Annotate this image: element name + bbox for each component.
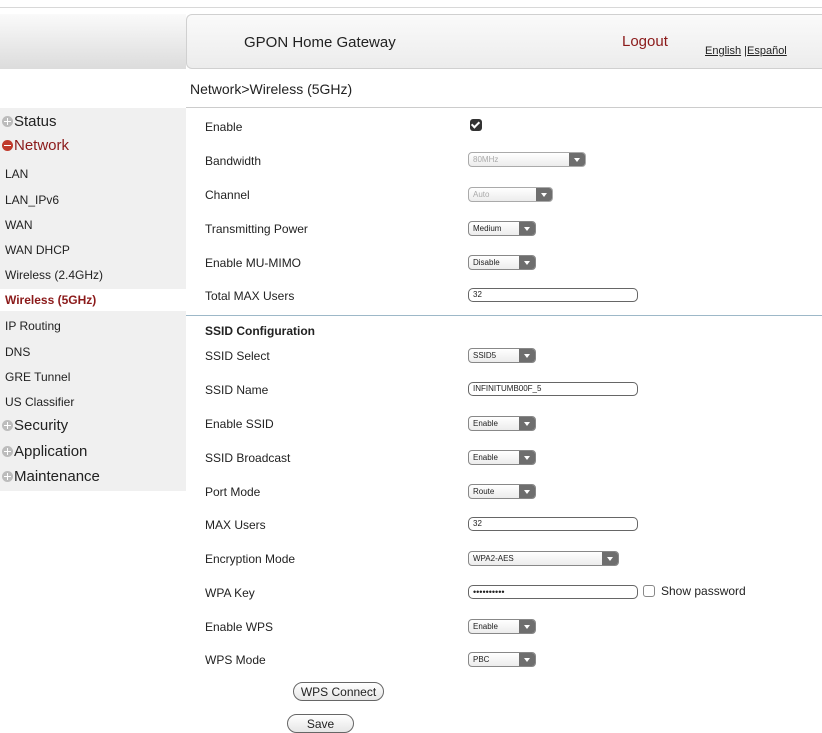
enable-checkbox[interactable] bbox=[470, 119, 482, 131]
enable-wps-label: Enable WPS bbox=[205, 620, 274, 634]
header-bar: GPON Home Gateway Logout English |Españo… bbox=[186, 14, 822, 69]
breadcrumb: Network>Wireless (5GHz) bbox=[190, 81, 353, 97]
dropdown-arrow-icon bbox=[569, 153, 585, 166]
ssid-name-input[interactable]: INFINITUMB00F_5 bbox=[468, 382, 638, 396]
expand-icon bbox=[2, 420, 13, 431]
sidebar-item-dns[interactable]: DNS bbox=[5, 345, 30, 359]
enable-label: Enable bbox=[205, 120, 243, 134]
max-users-label: MAX Users bbox=[205, 518, 266, 532]
total-max-users-label: Total MAX Users bbox=[205, 289, 295, 303]
sidebar-cat-maintenance[interactable]: Maintenance bbox=[2, 468, 100, 485]
ssid-select[interactable]: SSID5 bbox=[468, 348, 536, 363]
dropdown-arrow-icon bbox=[519, 485, 535, 498]
dropdown-arrow-icon bbox=[519, 349, 535, 362]
sidebar-item-us-classifier[interactable]: US Classifier bbox=[5, 395, 74, 409]
enable-ssid-select[interactable]: Enable bbox=[468, 416, 536, 431]
sidebar-cat-label: Status bbox=[14, 113, 57, 130]
save-button[interactable]: Save bbox=[287, 714, 354, 733]
select-value: Medium bbox=[473, 224, 502, 233]
expand-icon bbox=[2, 116, 13, 127]
sidebar-item-lan[interactable]: LAN bbox=[5, 167, 28, 181]
select-value: 80MHz bbox=[473, 155, 499, 164]
top-divider bbox=[0, 7, 822, 8]
select-value: Enable bbox=[473, 622, 498, 631]
encryption-mode-label: Encryption Mode bbox=[205, 552, 296, 566]
sidebar-cat-label: Network bbox=[14, 137, 70, 154]
sidebar-item-wireless-24ghz[interactable]: Wireless (2.4GHz) bbox=[5, 268, 103, 282]
dropdown-arrow-icon bbox=[519, 222, 535, 235]
language-switch: English |Español bbox=[705, 45, 787, 57]
port-mode-label: Port Mode bbox=[205, 485, 261, 499]
dropdown-arrow-icon bbox=[519, 451, 535, 464]
channel-label: Channel bbox=[205, 188, 250, 202]
sidebar-item-ip-routing[interactable]: IP Routing bbox=[5, 319, 61, 333]
wps-mode-select[interactable]: PBC bbox=[468, 652, 536, 667]
select-value: PBC bbox=[473, 655, 490, 664]
mumimo-select[interactable]: Disable bbox=[468, 255, 536, 270]
tx-power-select[interactable]: Medium bbox=[468, 221, 536, 236]
select-value: Enable bbox=[473, 453, 498, 462]
sidebar-cat-status[interactable]: Status bbox=[2, 113, 57, 130]
total-max-users-input[interactable]: 32 bbox=[468, 288, 638, 302]
wps-connect-button[interactable]: WPS Connect bbox=[293, 682, 384, 701]
select-value: Enable bbox=[473, 419, 498, 428]
sidebar-item-lan-ipv6[interactable]: LAN_IPv6 bbox=[5, 193, 59, 207]
expand-icon bbox=[2, 471, 13, 482]
encryption-mode-select[interactable]: WPA2-AES bbox=[468, 551, 619, 566]
select-value: Auto bbox=[473, 190, 490, 199]
bandwidth-label: Bandwidth bbox=[205, 154, 262, 168]
tx-power-label: Transmitting Power bbox=[205, 222, 308, 236]
dropdown-arrow-icon bbox=[519, 417, 535, 430]
select-value: WPA2-AES bbox=[473, 554, 514, 563]
sidebar-cat-security[interactable]: Security bbox=[2, 417, 68, 434]
port-mode-select[interactable]: Route bbox=[468, 484, 536, 499]
ssid-select-label: SSID Select bbox=[205, 349, 270, 363]
sidebar-header bbox=[0, 14, 186, 69]
bandwidth-select[interactable]: 80MHz bbox=[468, 152, 586, 167]
sidebar-cat-network[interactable]: Network bbox=[2, 137, 69, 154]
select-value: Disable bbox=[473, 258, 500, 267]
max-users-input[interactable]: 32 bbox=[468, 517, 638, 531]
sidebar-cat-application[interactable]: Application bbox=[2, 443, 87, 460]
sidebar-item-gre-tunnel[interactable]: GRE Tunnel bbox=[5, 370, 70, 384]
expand-icon bbox=[2, 446, 13, 457]
dropdown-arrow-icon bbox=[519, 256, 535, 269]
sidebar-item-wireless-5ghz[interactable]: Wireless (5GHz) bbox=[5, 293, 96, 307]
ssid-broadcast-select[interactable]: Enable bbox=[468, 450, 536, 465]
show-password-label: Show password bbox=[661, 584, 746, 598]
wps-mode-label: WPS Mode bbox=[205, 653, 266, 667]
dropdown-arrow-icon bbox=[602, 552, 618, 565]
sidebar-item-wan-dhcp[interactable]: WAN DHCP bbox=[5, 243, 70, 257]
enable-ssid-label: Enable SSID bbox=[205, 417, 274, 431]
wpa-key-input[interactable]: •••••••••• bbox=[468, 585, 638, 599]
wpa-key-label: WPA Key bbox=[205, 586, 255, 600]
dropdown-arrow-icon bbox=[519, 620, 535, 633]
lang-english-link[interactable]: English bbox=[705, 45, 741, 57]
show-password-checkbox[interactable] bbox=[643, 585, 655, 597]
logout-link[interactable]: Logout bbox=[622, 33, 668, 50]
ssid-broadcast-label: SSID Broadcast bbox=[205, 451, 291, 465]
lang-espanol-link[interactable]: Español bbox=[747, 45, 787, 57]
enable-wps-select[interactable]: Enable bbox=[468, 619, 536, 634]
dropdown-arrow-icon bbox=[519, 653, 535, 666]
ssid-section-title: SSID Configuration bbox=[205, 324, 315, 338]
channel-select[interactable]: Auto bbox=[468, 187, 553, 202]
collapse-icon bbox=[2, 140, 13, 151]
sidebar-cat-label: Maintenance bbox=[14, 468, 100, 485]
dropdown-arrow-icon bbox=[536, 188, 552, 201]
mumimo-label: Enable MU-MIMO bbox=[205, 256, 302, 270]
ssid-name-label: SSID Name bbox=[205, 383, 269, 397]
section-divider bbox=[186, 315, 822, 316]
select-value: SSID5 bbox=[473, 351, 497, 360]
sidebar-item-wan[interactable]: WAN bbox=[5, 218, 33, 232]
sidebar-cat-label: Application bbox=[14, 443, 88, 460]
content-divider bbox=[186, 107, 822, 108]
app-title: GPON Home Gateway bbox=[244, 34, 396, 51]
select-value: Route bbox=[473, 487, 495, 496]
sidebar-cat-label: Security bbox=[14, 417, 69, 434]
